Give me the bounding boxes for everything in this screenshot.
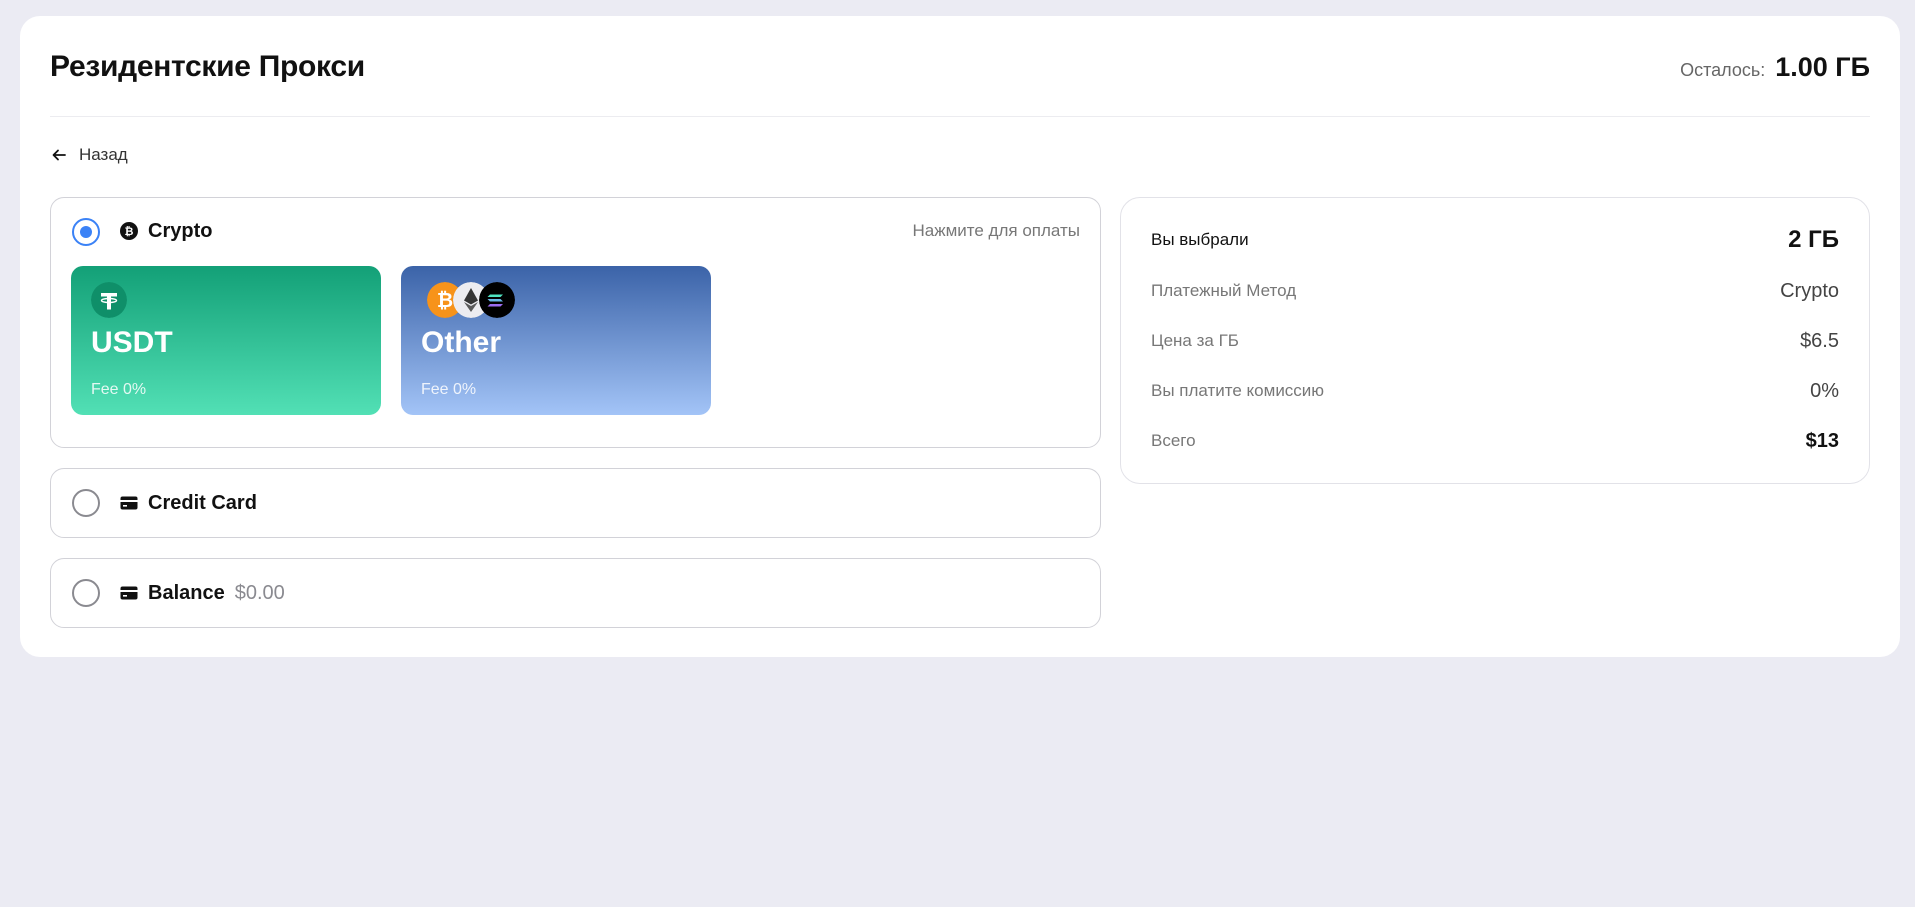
tether-icon (91, 282, 127, 318)
credit-card-label: Credit Card (148, 492, 257, 514)
other-name: Other (421, 326, 502, 359)
usdt-option[interactable]: USDT Fee 0% (71, 266, 381, 415)
payment-method-credit-card[interactable]: Credit Card (50, 468, 1101, 538)
fee-label: Вы платите комиссию (1151, 381, 1325, 400)
selected-label: Вы выбрали (1151, 230, 1249, 249)
method-value: Crypto (1780, 279, 1839, 302)
main-card: Резидентские Прокси Осталось: 1.00 ГБ На… (20, 16, 1900, 657)
method-label: Платежный Метод (1151, 281, 1297, 300)
credit-card-radio[interactable] (72, 489, 100, 517)
balance-label: Balance $0.00 (148, 582, 285, 605)
page-title: Резидентские Прокси (50, 50, 365, 83)
page-header: Резидентские Прокси Осталось: 1.00 ГБ (50, 16, 1870, 117)
pay-hint: Нажмите для оплаты (912, 221, 1081, 240)
crypto-radio[interactable] (72, 218, 100, 246)
svg-text:₿: ₿ (437, 288, 453, 312)
payment-method-balance[interactable]: Balance $0.00 (50, 558, 1101, 628)
wallet-icon (120, 586, 138, 600)
bitcoin-icon: ₿ (120, 222, 138, 240)
usdt-name: USDT (91, 326, 173, 359)
balance-amount: $0.00 (234, 582, 285, 604)
solana-icon (479, 282, 515, 318)
selected-value: 2 ГБ (1788, 226, 1839, 253)
total-label: Всего (1151, 431, 1196, 450)
summary-row-price: Цена за ГБ $6.5 (1151, 326, 1839, 356)
back-label: Назад (79, 145, 128, 164)
other-fee: Fee 0% (421, 381, 477, 398)
summary-row-method: Платежный Метод Crypto (1151, 276, 1839, 306)
back-button[interactable]: Назад (51, 145, 128, 165)
price-label: Цена за ГБ (1151, 331, 1239, 350)
order-summary: Вы выбрали 2 ГБ Платежный Метод Crypto Ц… (1120, 197, 1870, 484)
summary-row-fee: Вы платите комиссию 0% (1151, 376, 1839, 406)
price-value: $6.5 (1800, 329, 1839, 352)
svg-text:₿: ₿ (125, 225, 134, 238)
crypto-label: Crypto (148, 220, 213, 242)
remaining-label: Осталось: (1680, 60, 1766, 80)
remaining-traffic: Осталось: 1.00 ГБ (1680, 52, 1870, 83)
balance-text: Balance (148, 582, 225, 604)
total-value: $13 (1805, 429, 1839, 452)
payment-method-crypto[interactable]: ₿ Crypto Нажмите для оплаты USDT Fee 0% … (50, 197, 1101, 448)
fee-value: 0% (1810, 379, 1839, 402)
summary-row-selected: Вы выбрали 2 ГБ (1151, 225, 1839, 255)
usdt-fee: Fee 0% (91, 381, 147, 398)
other-crypto-option[interactable]: ₿ Other Fee 0% (401, 266, 711, 415)
balance-radio[interactable] (72, 579, 100, 607)
summary-row-total: Всего $13 (1151, 426, 1839, 456)
arrow-left-icon (52, 149, 66, 161)
credit-card-icon (120, 496, 138, 510)
remaining-value: 1.00 ГБ (1775, 52, 1870, 82)
